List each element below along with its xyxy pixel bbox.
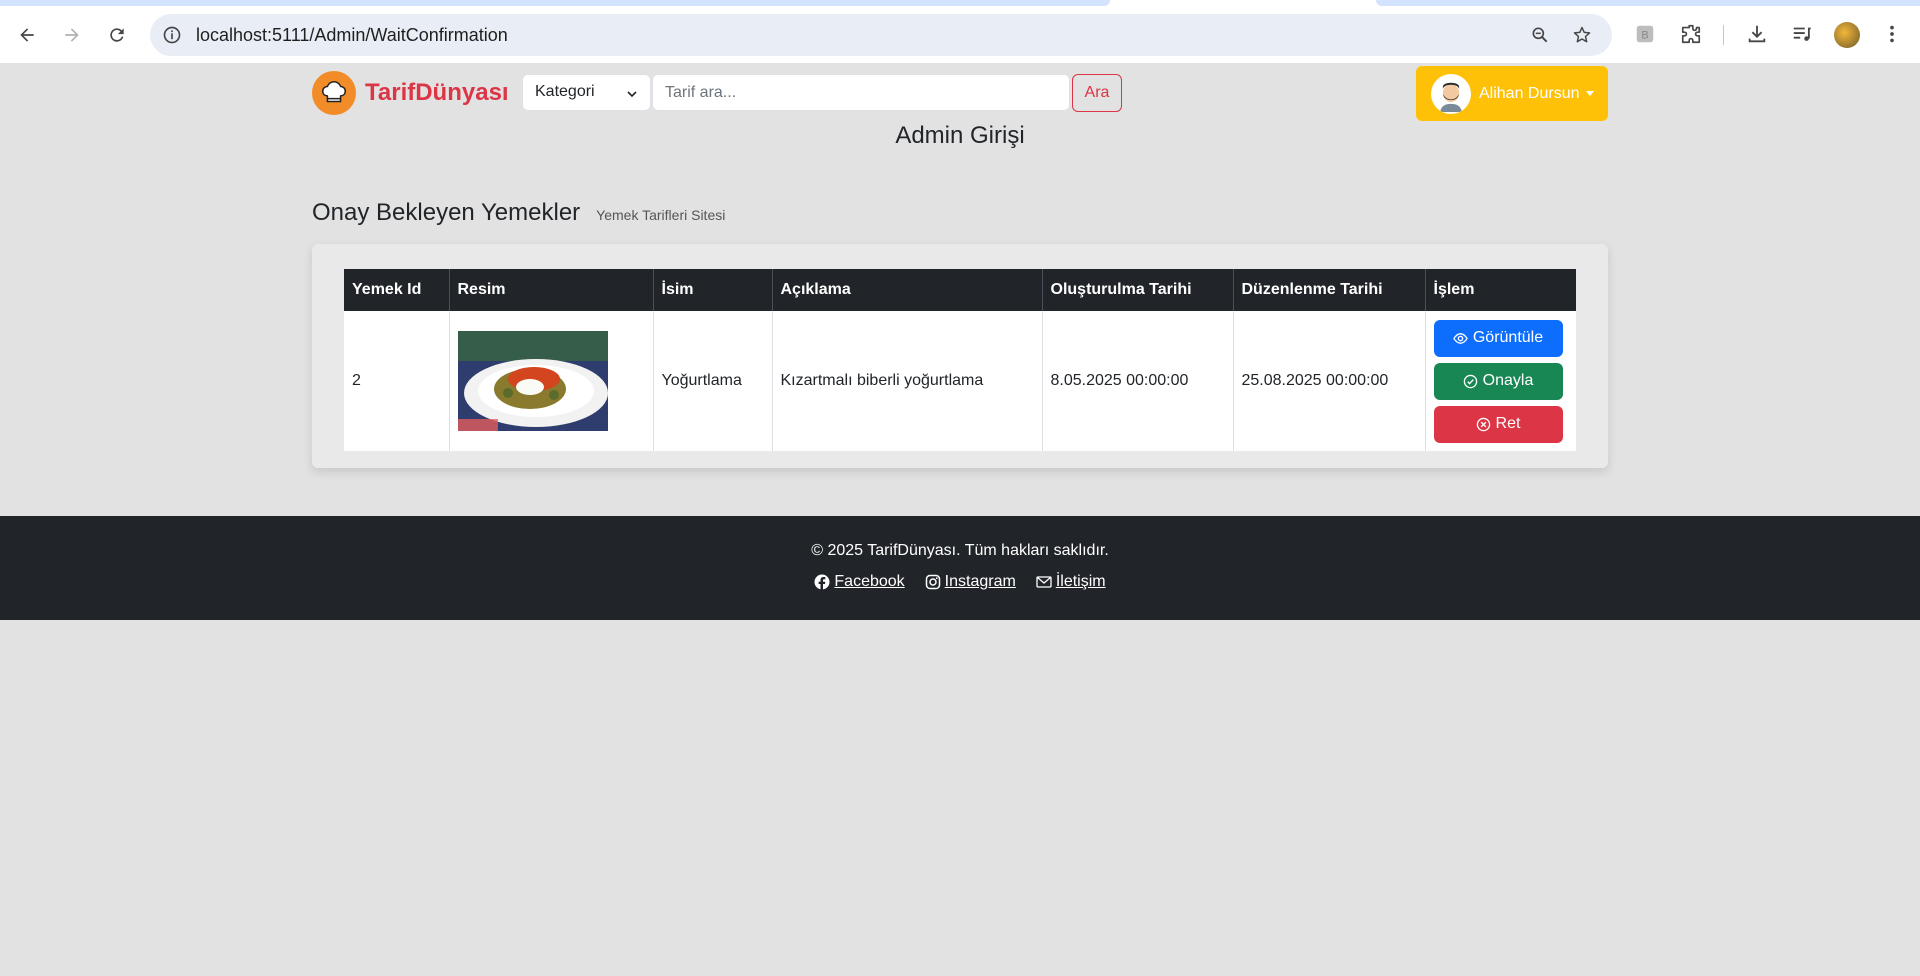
table-row: 2 Yoğurtlama Kızartmalı biberli yoğurtla… [344, 311, 1576, 451]
page-subtitle: Yemek Tarifleri Sitesi [596, 207, 726, 223]
col-header-created: Oluşturulma Tarihi [1042, 269, 1234, 311]
address-bar[interactable]: localhost:5111/Admin/WaitConfirmation [150, 14, 1612, 56]
footer-links: Facebook Instagram İletişim [0, 573, 1920, 591]
cell-name: Yoğurtlama [653, 311, 773, 451]
page-header: Onay Bekleyen Yemekler Yemek Tarifleri S… [312, 199, 725, 227]
forward-button[interactable] [57, 20, 87, 50]
chef-hat-icon [312, 71, 356, 115]
brand-name: TarifDünyası [365, 79, 509, 106]
user-name: Alihan Dursun [1479, 84, 1580, 102]
view-button[interactable]: Görüntüle [1433, 319, 1563, 357]
extensions-icon[interactable] [1679, 22, 1703, 46]
reload-icon [110, 28, 124, 42]
col-header-id: Yemek Id [344, 269, 450, 311]
download-icon[interactable] [1745, 22, 1769, 46]
tab-strip [0, 0, 1110, 6]
svg-text:B: B [1641, 30, 1648, 42]
category-select-value: Kategori [535, 83, 595, 100]
brand-link[interactable]: TarifDünyası [312, 71, 509, 115]
site-footer: © 2025 TarifDünyası. Tüm hakları saklıdı… [0, 516, 1920, 620]
user-menu-button[interactable]: Alihan Dursun [1416, 66, 1608, 121]
tab-strip [1376, 0, 1920, 6]
back-button[interactable] [12, 20, 42, 50]
reject-button-label: Ret [1495, 415, 1521, 432]
info-icon[interactable] [162, 25, 182, 45]
check-circle-icon [1463, 374, 1477, 388]
instagram-icon [925, 574, 940, 590]
view-button-label: Görüntüle [1472, 329, 1544, 346]
col-header-image: Resim [449, 269, 654, 311]
chevron-down-icon [627, 91, 637, 98]
zoom-icon[interactable] [1530, 25, 1550, 45]
cell-image [449, 311, 654, 451]
page-title: Onay Bekleyen Yemekler [312, 199, 581, 226]
table-header-row: Yemek Id Resim İsim Açıklama Oluşturulma… [344, 269, 1576, 311]
star-icon[interactable] [1572, 25, 1592, 45]
envelope-icon [1036, 576, 1052, 588]
reload-button[interactable] [102, 20, 132, 50]
cell-description: Kızartmalı biberli yoğurtlama [772, 311, 1043, 451]
dropdown-caret-icon [1585, 91, 1594, 96]
food-image [457, 331, 608, 431]
approve-button-label: Onayla [1482, 372, 1534, 389]
cell-actions: Görüntüle Onayla Ret [1425, 311, 1576, 451]
profile-avatar[interactable] [1834, 22, 1860, 48]
col-header-actions: İşlem [1425, 269, 1576, 311]
toolbar-divider [1723, 25, 1724, 45]
contact-link[interactable]: İletişim [1036, 573, 1106, 591]
instagram-link[interactable]: Instagram [925, 573, 1016, 591]
cell-id: 2 [344, 311, 450, 451]
col-header-updated: Düzenlenme Tarihi [1233, 269, 1426, 311]
facebook-link[interactable]: Facebook [814, 573, 905, 591]
reject-button[interactable]: Ret [1433, 405, 1563, 443]
cell-created: 8.05.2025 00:00:00 [1042, 311, 1234, 451]
extension-b-icon[interactable]: B [1633, 22, 1657, 46]
user-avatar [1431, 73, 1471, 114]
x-circle-icon [1476, 417, 1490, 431]
facebook-label: Facebook [834, 573, 905, 590]
browser-toolbar: localhost:5111/Admin/WaitConfirmation B [0, 0, 1920, 63]
category-select[interactable]: Kategori [522, 74, 651, 111]
cell-updated: 25.08.2025 00:00:00 [1233, 311, 1426, 451]
arrow-right-icon [65, 28, 79, 42]
col-header-description: Açıklama [772, 269, 1043, 311]
menu-dots-icon[interactable] [1880, 22, 1904, 46]
media-control-icon[interactable] [1790, 22, 1814, 46]
footer-copyright: © 2025 TarifDünyası. Tüm hakları saklıdı… [811, 542, 1109, 559]
admin-title: Admin Girişi [895, 122, 1025, 149]
eye-icon [1453, 332, 1468, 344]
pending-recipes-table: Yemek Id Resim İsim Açıklama Oluşturulma… [344, 269, 1576, 451]
url-text: localhost:5111/Admin/WaitConfirmation [196, 25, 508, 45]
facebook-icon [814, 574, 830, 590]
search-button[interactable]: Ara [1072, 74, 1122, 112]
pending-recipes-card: Yemek Id Resim İsim Açıklama Oluşturulma… [312, 244, 1608, 468]
contact-label: İletişim [1055, 573, 1106, 590]
search-input[interactable] [652, 74, 1070, 111]
instagram-label: Instagram [944, 573, 1016, 590]
approve-button[interactable]: Onayla [1433, 362, 1563, 400]
col-header-name: İsim [653, 269, 773, 311]
arrow-left-icon [20, 28, 34, 42]
